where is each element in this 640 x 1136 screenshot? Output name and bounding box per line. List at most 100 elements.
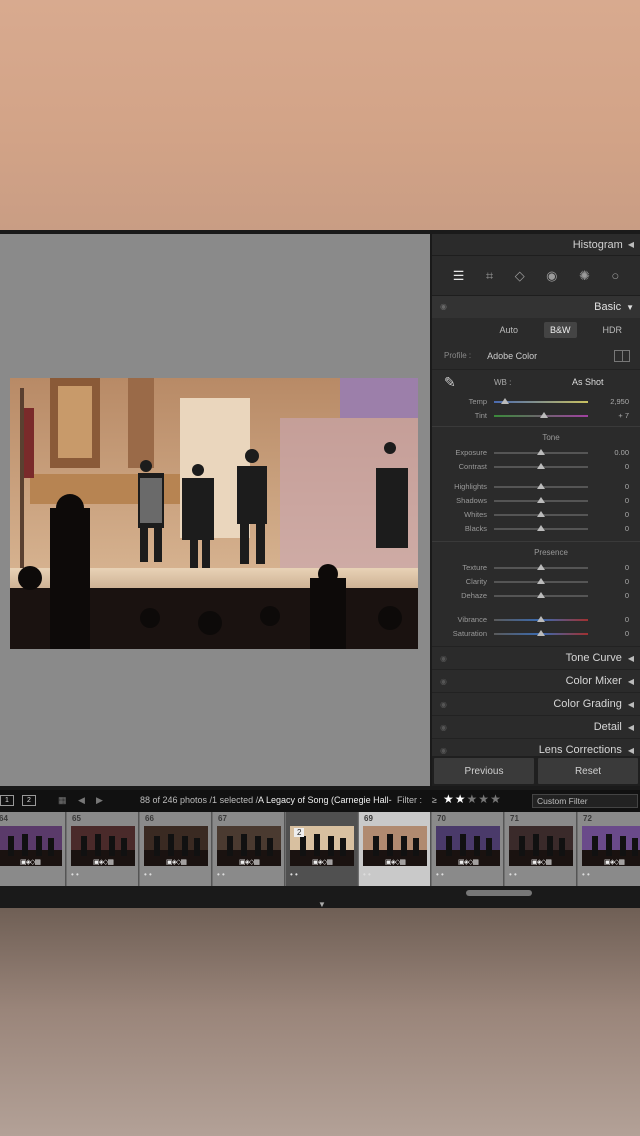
slider-value[interactable]: 0	[625, 615, 629, 624]
section-color-mixer[interactable]: ◉ Color Mixer ◀	[432, 669, 640, 692]
slider-contrast[interactable]: Contrast 0	[432, 459, 640, 473]
star-icon[interactable]: ★	[490, 792, 502, 806]
slider-value[interactable]: 0	[625, 629, 629, 638]
forward-arrow-icon[interactable]: ▶	[96, 795, 103, 806]
basic-header[interactable]: ◉ Basic ▼	[432, 296, 640, 318]
slider-label: Dehaze	[461, 591, 487, 600]
masking-icon[interactable]: ✺	[579, 268, 590, 284]
slider-whites[interactable]: Whites 0	[432, 507, 640, 521]
develop-panel: Histogram ◀ ☰ ⌗ ◇ ◉ ✺ ○ ◉ Basic ▼ Auto B…	[432, 234, 640, 786]
section-color-grading[interactable]: ◉ Color Grading ◀	[432, 692, 640, 715]
slider-value[interactable]: 0	[625, 563, 629, 572]
rating-filter[interactable]: ★★★★★	[443, 792, 502, 806]
filmstrip-thumb[interactable]: 67 ▣◈◇▦ • •	[213, 812, 285, 886]
eyedropper-icon[interactable]: ✎	[444, 374, 456, 391]
slider-value[interactable]: 0	[625, 577, 629, 586]
slider-vibrance[interactable]: Vibrance 0	[432, 612, 640, 626]
slider-thumb[interactable]	[537, 449, 545, 455]
slider-thumb[interactable]	[537, 578, 545, 584]
expanded-triangle-icon: ▼	[626, 302, 634, 312]
edit-sliders-icon[interactable]: ☰	[453, 268, 465, 284]
back-arrow-icon[interactable]: ◀	[78, 795, 85, 806]
slider-thumb[interactable]	[537, 630, 545, 636]
section-detail[interactable]: ◉ Detail ◀	[432, 715, 640, 738]
presets-icon[interactable]: ○	[611, 268, 619, 283]
main-photo[interactable]	[10, 378, 418, 649]
star-icon[interactable]: ★	[443, 792, 455, 806]
slider-tint[interactable]: Tint + 7	[432, 408, 640, 422]
slider-thumb[interactable]	[537, 616, 545, 622]
thumb-number: 72	[583, 814, 592, 823]
filmstrip-thumb[interactable]: 65 ▣◈◇▦ • •	[67, 812, 139, 886]
bw-button[interactable]: B&W	[543, 322, 577, 338]
main-screen-button[interactable]: 1	[0, 795, 14, 806]
section-tone-curve[interactable]: ◉ Tone Curve ◀	[432, 646, 640, 669]
slider-thumb[interactable]	[537, 511, 545, 517]
slider-blacks[interactable]: Blacks 0	[432, 521, 640, 535]
eye-icon[interactable]: ◉	[440, 302, 447, 311]
filmstrip-thumb[interactable]: 72 ▣◈◇▦ • •	[578, 812, 640, 886]
slider-value[interactable]: 0	[625, 510, 629, 519]
slider-dehaze[interactable]: Dehaze 0	[432, 588, 640, 602]
filmstrip-thumb[interactable]: 64 ▣◈◇▦	[0, 812, 66, 886]
filmstrip-thumb[interactable]: 66 ▣◈◇▦ • •	[140, 812, 212, 886]
star-icon[interactable]: ★	[467, 792, 479, 806]
slider-thumb[interactable]	[501, 398, 510, 404]
healing-icon[interactable]: ◇	[515, 268, 525, 284]
filmstrip-thumb[interactable]: 69 ▣◈◇▦ • •	[359, 812, 431, 886]
slider-thumb[interactable]	[537, 525, 545, 531]
slider-clarity[interactable]: Clarity 0	[432, 574, 640, 588]
slider-label: Tint	[474, 411, 487, 420]
filmstrip-thumb[interactable]: 70 ▣◈◇▦ • •	[432, 812, 504, 886]
slider-thumb[interactable]	[537, 592, 545, 598]
slider-value[interactable]: 0	[625, 524, 629, 533]
filmstrip-scrollbar[interactable]	[466, 890, 532, 896]
slider-texture[interactable]: Texture 0	[432, 560, 640, 574]
slider-saturation[interactable]: Saturation 0	[432, 626, 640, 640]
slider-temp[interactable]: Temp 2,950	[432, 394, 640, 408]
badge-icons: ▣◈◇▦	[604, 859, 625, 866]
rating-dots: • •	[71, 870, 79, 879]
slider-thumb[interactable]	[537, 564, 545, 570]
eye-icon[interactable]: ◉	[440, 654, 447, 663]
slider-thumb[interactable]	[537, 497, 545, 503]
slider-value[interactable]: 0.00	[614, 448, 629, 457]
slider-value[interactable]: 0	[625, 591, 629, 600]
wb-dropdown[interactable]: As Shot	[572, 377, 604, 387]
previous-button[interactable]: Previous	[434, 758, 534, 784]
reset-button[interactable]: Reset	[538, 758, 638, 784]
grid-view-icon[interactable]: ▦	[58, 795, 67, 806]
eye-icon[interactable]: ◉	[440, 746, 447, 755]
second-screen-button[interactable]: 2	[22, 795, 36, 806]
folder-name[interactable]: A Legacy of Song (Carnegie Hall-	[258, 795, 392, 805]
eye-icon[interactable]: ◉	[440, 677, 447, 686]
filmstrip-thumb[interactable]: 71 ▣◈◇▦ • •	[505, 812, 577, 886]
red-eye-icon[interactable]: ◉	[546, 268, 557, 284]
filmstrip-thumb[interactable]: ▣◈◇▦ • • 2	[286, 812, 358, 886]
filter-operator[interactable]: ≥	[432, 795, 437, 805]
slider-value[interactable]: 2,950	[610, 397, 629, 406]
eye-icon[interactable]: ◉	[440, 723, 447, 732]
profile-dropdown[interactable]: Adobe Color	[487, 351, 537, 361]
profile-browser-icon[interactable]	[614, 350, 630, 362]
wb-row: ✎ WB : As Shot	[432, 370, 640, 394]
slider-highlights[interactable]: Highlights 0	[432, 479, 640, 493]
slider-value[interactable]: 0	[625, 482, 629, 491]
hdr-button[interactable]: HDR	[603, 325, 623, 335]
eye-icon[interactable]: ◉	[440, 700, 447, 709]
slider-value[interactable]: 0	[625, 496, 629, 505]
histogram-header[interactable]: Histogram ◀	[432, 234, 640, 256]
star-icon[interactable]: ★	[478, 792, 490, 806]
slider-value[interactable]: 0	[625, 462, 629, 471]
slider-shadows[interactable]: Shadows 0	[432, 493, 640, 507]
star-icon[interactable]: ★	[455, 792, 467, 806]
slider-thumb[interactable]	[537, 483, 545, 489]
custom-filter-dropdown[interactable]: Custom Filter	[532, 794, 638, 808]
profile-row: Profile : Adobe Color	[432, 342, 640, 370]
slider-thumb[interactable]	[537, 463, 545, 469]
slider-exposure[interactable]: Exposure 0.00	[432, 445, 640, 459]
crop-icon[interactable]: ⌗	[486, 268, 493, 284]
slider-thumb[interactable]	[539, 412, 548, 418]
auto-button[interactable]: Auto	[499, 325, 518, 335]
slider-value[interactable]: + 7	[618, 411, 629, 420]
